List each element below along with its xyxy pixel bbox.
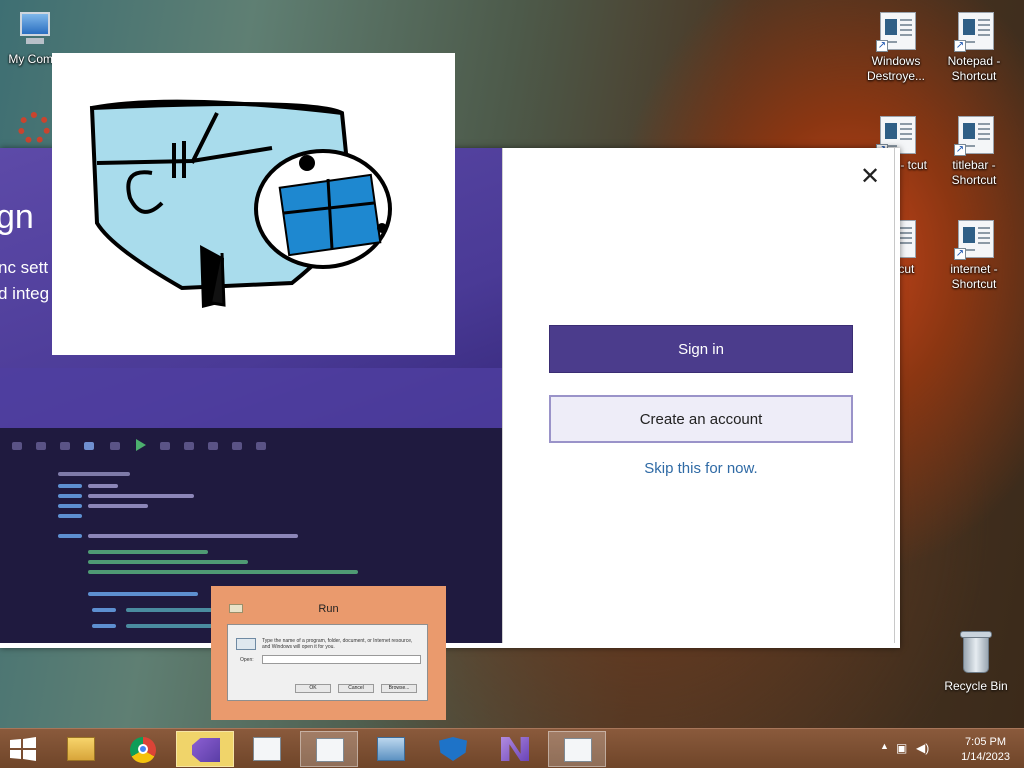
run-dialog-window: Run Type the name of a program, folder, … — [211, 586, 446, 720]
run-window-icon — [236, 638, 256, 650]
desktop-icon-label: Recycle Bin — [944, 679, 1008, 693]
taskbar-chrome[interactable] — [114, 731, 172, 767]
open-input[interactable] — [262, 655, 421, 664]
shortcut-document-icon: ↗ — [952, 12, 996, 52]
file-explorer-icon — [67, 737, 95, 761]
windows-logo-icon — [10, 737, 36, 761]
network-icon[interactable]: ▣ — [896, 741, 907, 755]
desktop-icon-label: Windows Destroye... — [866, 54, 926, 83]
taskbar-vs-installer[interactable] — [176, 731, 234, 767]
clock-time: 7:05 PM — [965, 736, 1007, 748]
desktop-icon-internet-shortcut[interactable]: ↗ internet - Shortcut — [938, 220, 1010, 292]
show-hidden-icons-icon[interactable]: ▲ — [880, 741, 889, 751]
desktop-icon-label: internet - Shortcut — [950, 262, 998, 291]
shortcut-document-icon: ↗ — [952, 220, 996, 260]
desktop-icon-label: titlebar - Shortcut — [951, 158, 997, 187]
editor-toolbar-illustration — [0, 436, 502, 456]
shortcut-document-icon: ↗ — [874, 12, 918, 52]
signin-description-line: d integ — [0, 284, 50, 303]
ok-button[interactable]: OK — [295, 684, 331, 693]
drawing-image — [52, 53, 455, 355]
shortcut-document-icon: ↗ — [952, 116, 996, 156]
taskbar-file-explorer[interactable] — [52, 731, 110, 767]
taskbar: ▲ ▣ ◀) 7:05 PM 1/14/2023 — [0, 728, 1024, 768]
vs-installer-icon — [192, 738, 220, 762]
taskbar-window-app[interactable] — [300, 731, 358, 767]
desktop-icon-notepad-shortcut[interactable]: ↗ Notepad - Shortcut — [938, 12, 1010, 84]
sign-in-button[interactable]: Sign in — [549, 325, 853, 373]
run-dialog-body: Type the name of a program, folder, docu… — [227, 624, 428, 701]
start-button[interactable] — [8, 737, 38, 761]
desktop-icon-titlebar-shortcut[interactable]: ↗ titlebar - Shortcut — [938, 116, 1010, 188]
clock[interactable]: 7:05 PM 1/14/2023 — [961, 735, 1010, 765]
window-app-icon — [316, 738, 344, 762]
vs-signin-panel: ✕ Sign in Create an account Skip this fo… — [502, 148, 895, 643]
window-app-icon — [564, 738, 592, 762]
remote-desktop-icon — [377, 737, 405, 761]
window-app-icon — [253, 737, 281, 761]
desktop-icon-recycle-bin[interactable]: Recycle Bin — [940, 631, 1012, 693]
gear-icon[interactable] — [18, 112, 50, 144]
taskbar-window-app[interactable] — [548, 731, 606, 767]
taskbar-remote-desktop[interactable] — [362, 731, 420, 767]
cancel-button[interactable]: Cancel — [338, 684, 374, 693]
signin-heading: gn — [0, 198, 34, 236]
create-account-button[interactable]: Create an account — [549, 395, 853, 443]
taskbar-window-app[interactable] — [238, 731, 296, 767]
taskbar-visual-studio[interactable] — [486, 731, 544, 767]
close-button[interactable]: ✕ — [859, 165, 881, 189]
hand-drawn-computer-illustration — [89, 99, 392, 308]
volume-icon[interactable]: ◀) — [916, 741, 929, 755]
system-tray: ▲ ▣ ◀) 7:05 PM 1/14/2023 — [864, 729, 1024, 768]
defender-icon — [439, 737, 467, 761]
desktop-icon-windows-destroyer[interactable]: ↗ Windows Destroye... — [860, 12, 932, 84]
signin-description-line: nc sett — [0, 258, 49, 277]
clock-date: 1/14/2023 — [961, 751, 1010, 763]
play-icon — [136, 439, 146, 451]
desktop-icon-label: Notepad - Shortcut — [947, 54, 1001, 83]
visual-studio-icon — [501, 737, 529, 761]
run-dialog-title: Run — [318, 603, 339, 615]
run-description: Type the name of a program, folder, docu… — [262, 638, 413, 650]
open-label: Open: — [240, 657, 254, 663]
recycle-bin-icon — [960, 631, 992, 675]
computer-icon — [12, 10, 56, 50]
browse-button[interactable]: Browse... — [381, 684, 417, 693]
taskbar-defender[interactable] — [424, 731, 482, 767]
skip-link[interactable]: Skip this for now. — [549, 460, 853, 477]
